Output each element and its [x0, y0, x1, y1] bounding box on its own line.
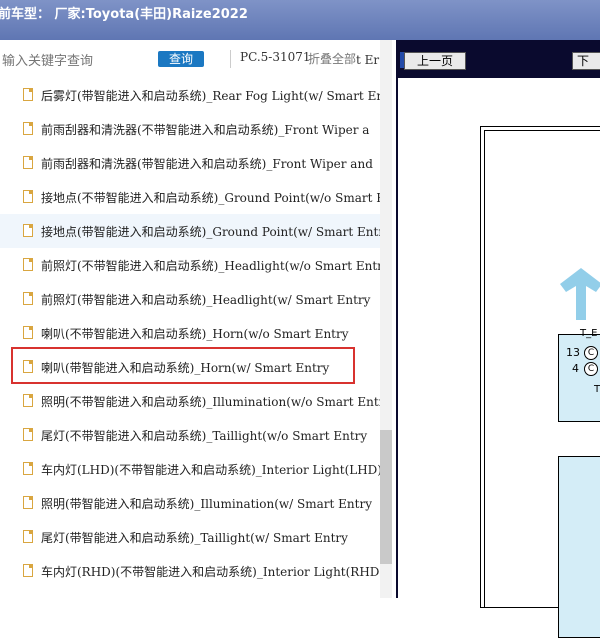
component-block [558, 456, 600, 638]
document-icon [23, 394, 33, 407]
tree-item-label: 车内灯(RHD)(不带智能进入和启动系统)_Interior Light(RHD [41, 565, 380, 579]
pin-circle: C [584, 346, 598, 360]
diagram-page: T_E 13 C 4 C T [398, 78, 600, 638]
tree-item-label: 后雾灯(带智能进入和启动系统)_Rear Fog Light(w/ Smart … [41, 89, 380, 103]
next-page-button[interactable]: 下 [572, 52, 600, 70]
search-button[interactable]: 查询 [158, 51, 204, 67]
tree-item[interactable]: 照明(不带智能进入和启动系统)_Illumination(w/o Smart E… [0, 384, 380, 418]
tree-item-label: 前照灯(不带智能进入和启动系统)_Headlight(w/o Smart Ent… [41, 259, 380, 273]
document-icon [23, 564, 33, 577]
document-icon [23, 88, 33, 101]
selection-highlight-box [11, 347, 355, 384]
tree-item-label: 尾灯(不带智能进入和启动系统)_Taillight(w/o Smart Entr… [41, 429, 368, 443]
tree-item[interactable]: 喇叭(不带智能进入和启动系统)_Horn(w/o Smart Entry [0, 316, 380, 350]
document-icon [23, 292, 33, 305]
document-icon [23, 224, 33, 237]
document-icon [23, 258, 33, 271]
tree-item[interactable]: 车内灯(LHD)(不带智能进入和启动系统)_Interior Light(LHD… [0, 452, 380, 486]
divider [230, 50, 231, 68]
pin-number: 13 [566, 346, 580, 359]
tree-item[interactable]: 前雨刮器和清洗器(不带智能进入和启动系统)_Front Wiper a [0, 112, 380, 146]
tree-item-label: 喇叭(不带智能进入和启动系统)_Horn(w/o Smart Entry [41, 327, 349, 341]
tree-item[interactable]: 后雾灯(带智能进入和启动系统)_Rear Fog Light(w/ Smart … [0, 78, 380, 112]
watermark-logo [560, 268, 600, 320]
viewer-toolbar: 上一页 下 [396, 52, 600, 72]
document-icon [23, 496, 33, 509]
tree-item-label: 照明(带智能进入和启动系统)_Illumination(w/ Smart Ent… [41, 497, 372, 511]
document-tree: 后雾灯(带智能进入和启动系统)_Rear Fog Light(w/ Smart … [0, 78, 380, 588]
tree-item-hovered[interactable]: 接地点(带智能进入和启动系统)_Ground Point(w/ Smart En… [0, 214, 380, 248]
tree-item-label: 前照灯(带智能进入和启动系统)_Headlight(w/ Smart Entry [41, 293, 371, 307]
tree-item-label: 前雨刮器和清洗器(不带智能进入和启动系统)_Front Wiper a [41, 123, 370, 137]
tree-item[interactable]: 尾灯(带智能进入和启动系统)_Taillight(w/ Smart Entry [0, 520, 380, 554]
tree-item-label: 尾灯(带智能进入和启动系统)_Taillight(w/ Smart Entry [41, 531, 348, 545]
document-icon [23, 156, 33, 169]
wire-label: T [594, 384, 600, 395]
vertical-scrollbar[interactable] [380, 40, 392, 598]
truncated-text: t Er [356, 53, 380, 67]
connector-label: T_E [580, 328, 598, 339]
collapse-all-link[interactable]: 折叠全部 [308, 50, 356, 67]
diagram-viewer: 上一页 下 T_E 13 C 4 C T [396, 40, 600, 638]
tree-item[interactable]: 照明(带智能进入和启动系统)_Illumination(w/ Smart Ent… [0, 486, 380, 520]
document-icon [23, 530, 33, 543]
scrollbar-thumb[interactable] [380, 430, 392, 564]
previous-page-button[interactable]: 上一页 [404, 52, 466, 70]
pin-number: 4 [572, 362, 579, 375]
tree-item-label: 前雨刮器和清洗器(带智能进入和启动系统)_Front Wiper and [41, 157, 373, 171]
title-bar: 前车型： 厂家:Toyota(丰田)Raize2022 [0, 0, 600, 40]
window-title: 前车型： 厂家:Toyota(丰田)Raize2022 [0, 7, 248, 22]
tree-item[interactable]: 车内灯(RHD)(不带智能进入和启动系统)_Interior Light(RHD [0, 554, 380, 588]
tree-item[interactable]: 前照灯(不带智能进入和启动系统)_Headlight(w/o Smart Ent… [0, 248, 380, 282]
pc-number-label: PC.5-31071 [240, 50, 311, 64]
tree-item[interactable]: 尾灯(不带智能进入和启动系统)_Taillight(w/o Smart Entr… [0, 418, 380, 452]
document-icon [23, 190, 33, 203]
tree-item[interactable]: 前照灯(带智能进入和启动系统)_Headlight(w/ Smart Entry [0, 282, 380, 316]
search-input[interactable] [0, 51, 154, 71]
tree-item[interactable]: 接地点(不带智能进入和启动系统)_Ground Point(w/o Smart … [0, 180, 380, 214]
document-icon [23, 462, 33, 475]
search-bar: 查询 PC.5-31071 折叠全部 t Er [0, 40, 392, 78]
tree-item-label: 接地点(不带智能进入和启动系统)_Ground Point(w/o Smart … [41, 191, 380, 205]
document-icon [23, 428, 33, 441]
tree-item-label: 照明(不带智能进入和启动系统)_Illumination(w/o Smart E… [41, 395, 380, 409]
tree-item-label: 接地点(带智能进入和启动系统)_Ground Point(w/ Smart En… [41, 225, 380, 239]
tree-item-label: 车内灯(LHD)(不带智能进入和启动系统)_Interior Light(LHD… [41, 463, 380, 477]
pin-circle: C [584, 362, 598, 376]
left-panel: 查询 PC.5-31071 折叠全部 t Er 后雾灯(带智能进入和启动系统)_… [0, 40, 392, 598]
document-icon [23, 122, 33, 135]
tree-item[interactable]: 前雨刮器和清洗器(带智能进入和启动系统)_Front Wiper and [0, 146, 380, 180]
document-icon [23, 326, 33, 339]
